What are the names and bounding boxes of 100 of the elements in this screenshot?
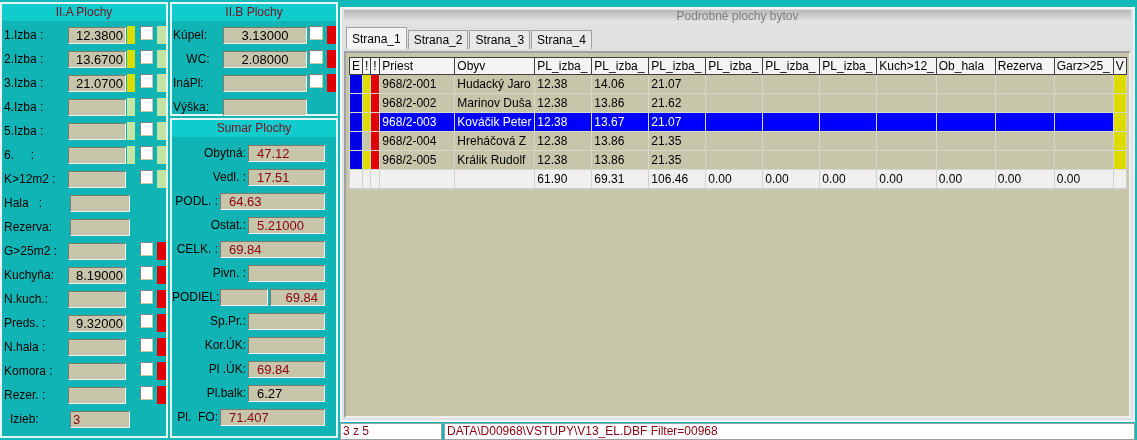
column-header[interactable]: Obyv: [454, 57, 535, 75]
input-field[interactable]: [67, 386, 126, 404]
field-label: 3.Izba :: [4, 76, 45, 90]
column-header[interactable]: PL_izba_: [705, 57, 763, 75]
table-cell: [1054, 131, 1114, 151]
field-label: Komora :: [4, 364, 54, 378]
table-cell: [876, 74, 937, 94]
input-field[interactable]: 64.63: [220, 192, 325, 210]
checkbox[interactable]: [139, 50, 154, 64]
table-cell: [936, 93, 996, 113]
table-cell: [705, 93, 763, 113]
column-header[interactable]: PL_izba_: [819, 57, 877, 75]
input-field[interactable]: [67, 122, 126, 140]
input-field[interactable]: [248, 264, 325, 282]
column-header[interactable]: PL_izba_: [648, 57, 706, 75]
column-header[interactable]: PL_izba_: [591, 57, 649, 75]
field-label: G>25m2 :: [4, 244, 59, 258]
column-header[interactable]: E: [349, 57, 363, 75]
input-field[interactable]: [67, 146, 126, 164]
tab[interactable]: Strana_1: [346, 27, 407, 49]
table-cell: 13.86: [591, 150, 649, 170]
checkbox[interactable]: [139, 170, 154, 184]
input-field[interactable]: 8.19000: [67, 266, 126, 284]
column-header[interactable]: !: [370, 57, 380, 75]
input-field[interactable]: [70, 194, 130, 212]
column-header[interactable]: PL_izba_: [534, 57, 592, 75]
tab[interactable]: Strana_3: [469, 30, 531, 49]
checkbox[interactable]: [139, 74, 154, 88]
column-header[interactable]: Priest: [379, 57, 455, 75]
tab[interactable]: Strana_4: [531, 30, 592, 49]
checkbox[interactable]: [139, 122, 154, 136]
input-field[interactable]: 69.84: [220, 240, 325, 258]
input-field[interactable]: 5.21000: [248, 216, 325, 234]
table-cell: [995, 93, 1055, 113]
input-field[interactable]: [223, 98, 307, 116]
input-field[interactable]: [248, 336, 325, 354]
checkbox[interactable]: [139, 314, 154, 328]
tab[interactable]: Strana_2: [407, 30, 469, 49]
input-field[interactable]: 2.08000: [223, 50, 307, 68]
input-field[interactable]: 3: [70, 410, 130, 428]
checkbox[interactable]: [139, 290, 154, 304]
input-field[interactable]: [248, 312, 325, 330]
input-field[interactable]: 17.51: [248, 168, 325, 186]
input-field[interactable]: 69.84: [248, 360, 325, 378]
table-cell: 968/2-005: [379, 150, 455, 170]
status-field: DATA\D00968\VSTUPY\V13_EL.DBF Filter=00968: [444, 423, 1135, 440]
table-cell: 968/2-004: [379, 131, 455, 151]
table-cell: 14.06: [591, 74, 649, 94]
panel-title: II.B Plochy: [172, 4, 336, 21]
field-label: Kuchyňa:: [4, 268, 56, 282]
column-header[interactable]: Rezerva: [995, 57, 1055, 75]
field-label: Preds. :: [4, 316, 47, 330]
input-field[interactable]: 6.27: [248, 384, 325, 402]
input-field[interactable]: [67, 170, 126, 188]
input-field[interactable]: 69.84: [270, 288, 325, 306]
table-cell: 21.62: [648, 93, 706, 113]
column-header[interactable]: PL_izba_: [762, 57, 820, 75]
input-field[interactable]: [67, 242, 126, 260]
checkbox[interactable]: [139, 266, 154, 280]
column-header[interactable]: !: [362, 57, 371, 75]
field-label: Izieb:: [9, 412, 40, 426]
input-field[interactable]: [67, 362, 126, 380]
input-field[interactable]: [67, 98, 126, 116]
checkbox[interactable]: [139, 146, 154, 160]
field-label: Hala :: [4, 196, 43, 210]
field-label: WC:: [185, 52, 211, 66]
input-field[interactable]: [67, 338, 126, 356]
table-cell: [936, 131, 996, 151]
column-header[interactable]: Ob_hala: [936, 57, 996, 75]
input-field[interactable]: 21.0700: [67, 74, 126, 92]
checkbox[interactable]: [309, 74, 323, 88]
input-field[interactable]: [223, 74, 307, 92]
input-field[interactable]: [67, 290, 126, 308]
checkbox[interactable]: [139, 362, 154, 376]
input-field[interactable]: 9.32000: [67, 314, 126, 332]
table-cell: [876, 93, 937, 113]
table-cell: [1054, 74, 1114, 94]
checkbox[interactable]: [309, 26, 323, 40]
checkbox[interactable]: [309, 50, 323, 64]
checkbox[interactable]: [139, 26, 154, 40]
column-header[interactable]: Kuch>12_: [876, 57, 937, 75]
checkbox[interactable]: [139, 242, 154, 256]
checkbox[interactable]: [139, 386, 154, 400]
input-field[interactable]: 3.13000: [223, 26, 307, 44]
field-label: N.kuch.:: [4, 292, 49, 306]
field-label: PODIEL:: [172, 290, 218, 304]
field-label: 4.Izba :: [4, 100, 45, 114]
input-field[interactable]: 12.3800: [67, 26, 126, 44]
input-field[interactable]: 47.12: [248, 144, 325, 162]
input-field[interactable]: 13.6700: [67, 50, 126, 68]
table-cell: Hudacký Jaro: [454, 74, 535, 94]
input-field[interactable]: [220, 288, 268, 306]
input-field[interactable]: [70, 218, 130, 236]
input-field[interactable]: 71.407: [220, 408, 325, 426]
column-header[interactable]: Garz>25_: [1054, 57, 1114, 75]
table-cell: 21.07: [648, 74, 706, 94]
checkbox[interactable]: [139, 98, 154, 112]
table-cell: [995, 131, 1055, 151]
checkbox[interactable]: [139, 338, 154, 352]
table-cell: [762, 93, 820, 113]
